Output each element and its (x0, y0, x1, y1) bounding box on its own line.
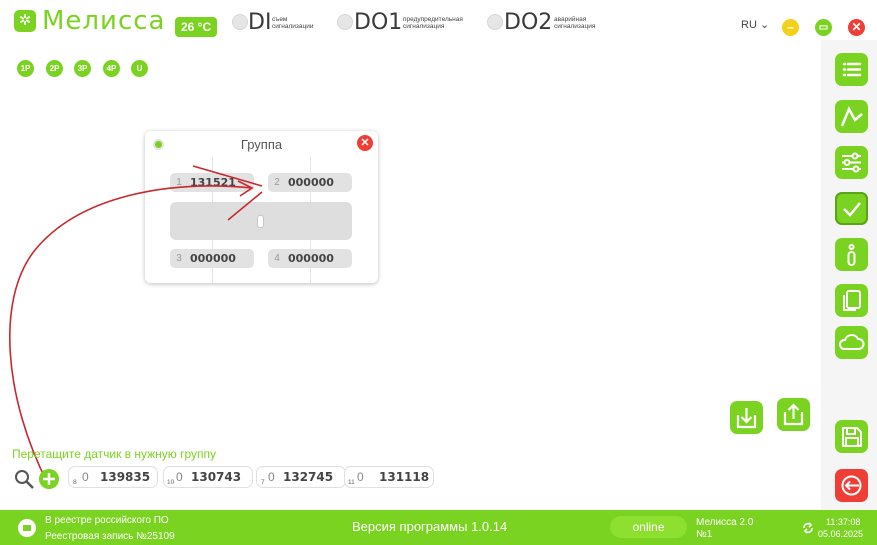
registry-line-1: В реестре российского ПО (45, 515, 169, 526)
program-version: Версия программы 1.0.14 (352, 519, 508, 534)
sensor-item[interactable]: 7 0 132745 (256, 466, 346, 488)
online-status: online (610, 516, 687, 538)
sensor-index: 7 (261, 479, 265, 486)
drag-hint: Перетащите датчик в нужную группу (12, 447, 217, 461)
device-number: №1 (696, 529, 713, 540)
search-icon (15, 470, 34, 489)
sensor-index: 11 (348, 479, 355, 486)
sensor-item[interactable]: 8 0 139835 (68, 466, 158, 488)
sensor-item[interactable]: 11 0 131118 (344, 466, 434, 488)
device-name: Мелисса 2.0 (696, 517, 754, 528)
sensor-id: 131118 (379, 470, 430, 484)
download-icon (736, 408, 757, 429)
sensor-id: 132745 (283, 470, 334, 484)
clock-date: 05.06.2025 (818, 529, 864, 539)
download-button[interactable] (730, 401, 763, 434)
upload-button[interactable] (777, 398, 810, 431)
sensor-prefix: 0 (357, 470, 364, 484)
sensor-id: 130743 (191, 470, 242, 484)
registry-icon (18, 519, 36, 537)
search-button[interactable] (14, 469, 36, 496)
status-bar: В реестре российского ПО Реестровая запи… (0, 510, 877, 545)
sensor-index: 10 (167, 479, 175, 486)
sensor-prefix: 0 (82, 470, 89, 484)
clock-time: 11:37:08 (826, 517, 861, 527)
sensor-item[interactable]: 10 0 130743 (163, 466, 253, 488)
drag-annotation (9, 165, 263, 485)
sensor-prefix: 0 (268, 470, 275, 484)
add-sensor-button[interactable] (39, 469, 59, 489)
sensor-id: 139835 (100, 470, 151, 484)
sensor-index: 8 (73, 479, 77, 486)
sync-icon[interactable] (801, 521, 815, 540)
sensor-prefix: 0 (176, 470, 183, 484)
registry-line-2: Реестровая запись №25109 (45, 531, 175, 542)
plus-icon (43, 473, 55, 485)
upload-icon (783, 403, 804, 426)
